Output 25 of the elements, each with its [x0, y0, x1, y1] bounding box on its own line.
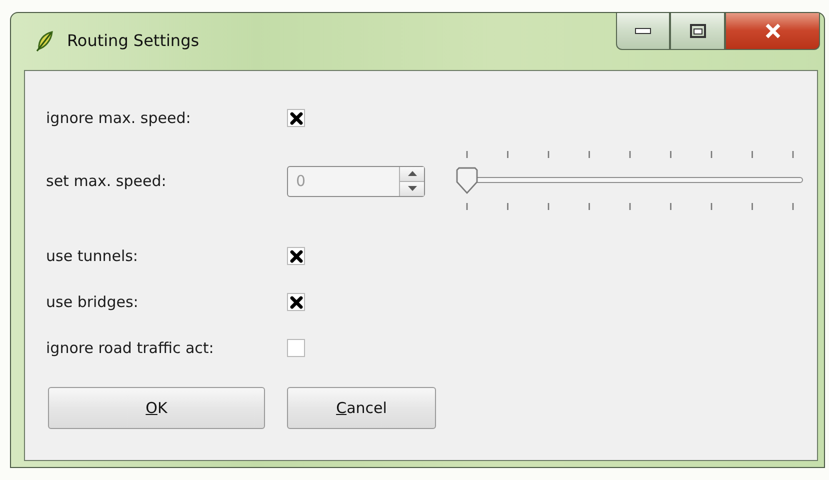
- setting-label: use tunnels:: [46, 247, 139, 265]
- maximize-button[interactable]: [670, 13, 725, 50]
- ok-button[interactable]: OK: [48, 387, 265, 429]
- minimize-icon: [635, 28, 651, 34]
- check-mark-icon: [290, 112, 302, 124]
- maximize-icon: [690, 24, 706, 38]
- close-button[interactable]: [725, 13, 820, 50]
- window-title: Routing Settings: [67, 31, 200, 50]
- minimize-button[interactable]: [616, 13, 670, 50]
- check-mark-icon: [290, 296, 302, 308]
- checkbox[interactable]: [287, 293, 305, 311]
- setting-label: ignore road traffic act:: [46, 339, 215, 357]
- up-arrow-icon: [408, 171, 416, 176]
- check-mark-icon: [290, 250, 302, 262]
- leaf-icon: [35, 30, 55, 52]
- checkbox[interactable]: [287, 247, 305, 265]
- down-arrow-icon: [408, 186, 416, 191]
- checkbox[interactable]: [287, 339, 305, 357]
- setting-label: ignore max. speed:: [46, 109, 192, 127]
- checkbox[interactable]: [287, 109, 305, 127]
- setting-label: set max. speed:: [46, 172, 168, 190]
- cancel-button[interactable]: Cancel: [287, 387, 436, 429]
- speed-slider[interactable]: [455, 149, 805, 213]
- close-icon: [764, 22, 782, 38]
- setting-label: use bridges:: [46, 293, 140, 311]
